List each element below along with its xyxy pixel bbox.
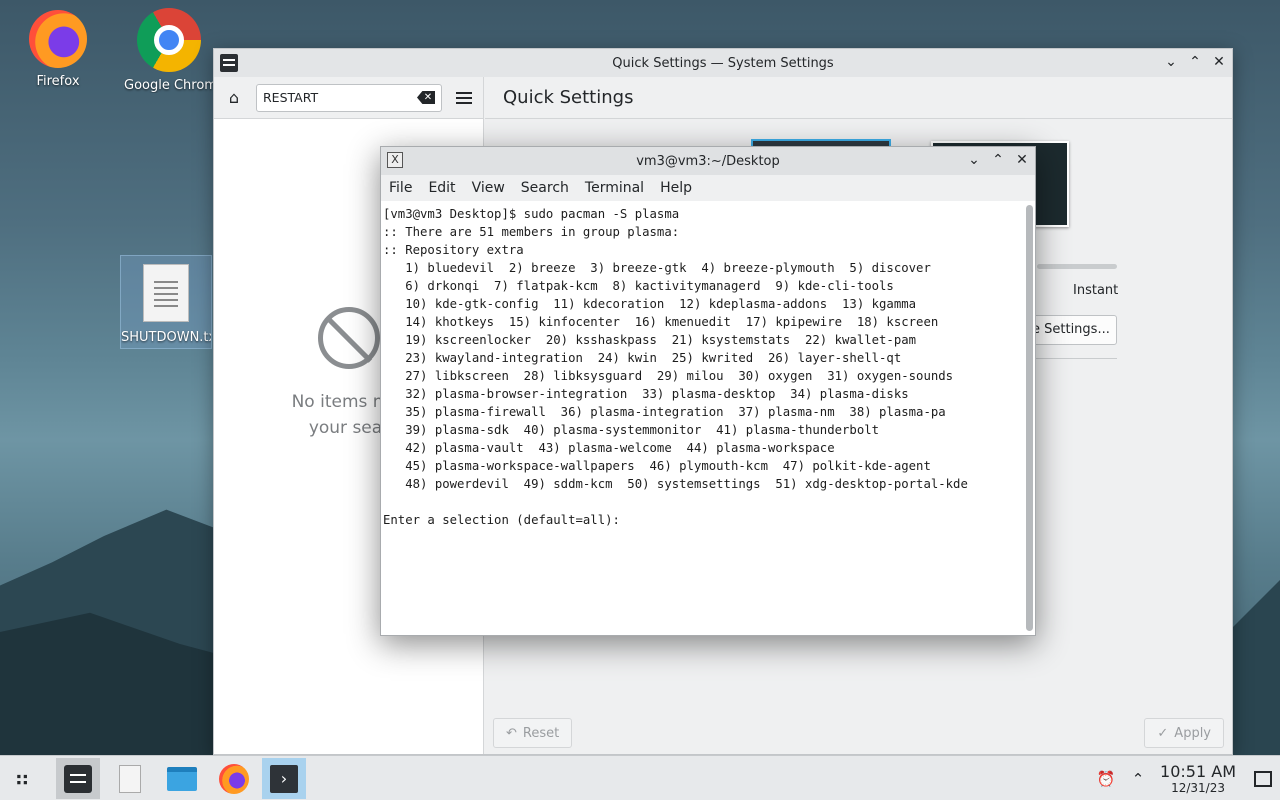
terminal-line: 6) drkonqi 7) flatpak-kcm 8) kactivityma…	[383, 279, 894, 293]
window-title: Quick Settings — System Settings	[612, 55, 834, 71]
chrome-icon	[137, 8, 201, 72]
desktop-icon-firefox[interactable]: Firefox	[8, 10, 108, 89]
instant-label: Instant	[1073, 283, 1119, 298]
maximize-button[interactable]: ⌃	[991, 151, 1005, 169]
system-tray: ⏰ ⌃ 10:51 AM 12/31/23	[1096, 756, 1280, 800]
animation-speed-slider[interactable]	[1037, 264, 1117, 269]
terminal-menubar: File Edit View Search Terminal Help	[381, 175, 1035, 201]
home-icon[interactable]: ⌂	[222, 86, 246, 110]
settings-titlebar[interactable]: Quick Settings — System Settings ⌄ ⌃ ✕	[214, 49, 1232, 77]
menu-view[interactable]: View	[472, 180, 505, 196]
hamburger-menu-icon[interactable]	[456, 91, 472, 104]
menu-search[interactable]: Search	[521, 180, 569, 196]
system-settings-icon	[64, 764, 92, 793]
maximize-button[interactable]: ⌃	[1188, 53, 1202, 71]
taskbar-text-editor[interactable]	[108, 758, 152, 799]
terminal-line: 27) libkscreen 28) libksysguard 29) milo…	[383, 369, 954, 383]
clear-search-icon[interactable]: ✕	[417, 91, 435, 104]
desktop-icon-shutdown-file[interactable]: SHUTDOWN.tx	[120, 255, 212, 349]
terminal-line: 48) powerdevil 49) sddm-kcm 50) systemse…	[383, 477, 968, 491]
terminal-line: 32) plasma-browser-integration 33) plasm…	[383, 387, 909, 401]
taskbar-firefox[interactable]	[212, 758, 256, 799]
terminal-line: 14) khotkeys 15) kinfocenter 16) kmenued…	[383, 315, 939, 329]
terminal-line: :: There are 51 members in group plasma:	[383, 225, 680, 239]
folder-icon	[167, 766, 197, 791]
reset-label: Reset	[522, 725, 560, 741]
more-settings-button[interactable]: e Settings...	[1025, 315, 1117, 345]
reset-icon: ↶	[506, 725, 517, 741]
application-launcher[interactable]	[4, 758, 48, 799]
clock-time: 10:51 AM	[1160, 761, 1236, 781]
tray-expand-icon[interactable]: ⌃	[1128, 769, 1148, 789]
file-icon	[119, 764, 141, 793]
terminal-line: 1) bluedevil 2) breeze 3) breeze-gtk 4) …	[383, 261, 931, 275]
desktop-icon-chrome[interactable]: Google Chrom	[124, 8, 214, 93]
terminal-titlebar[interactable]: X vm3@vm3:~/Desktop ⌄ ⌃ ✕	[381, 147, 1035, 175]
terminal-line: 19) kscreenlocker 20) ksshaskpass 21) ks…	[383, 333, 917, 347]
search-value: RESTART	[263, 90, 319, 105]
clock[interactable]: 10:51 AM 12/31/23	[1160, 761, 1236, 795]
terminal-line: Enter a selection (default=all):	[383, 513, 620, 527]
menu-terminal[interactable]: Terminal	[585, 180, 644, 196]
apply-label: Apply	[1174, 725, 1211, 741]
terminal-line: 45) plasma-workspace-wallpapers 46) plym…	[383, 459, 931, 473]
terminal-app-icon: X	[387, 152, 403, 168]
menu-edit[interactable]: Edit	[428, 180, 455, 196]
terminal-line: 23) kwayland-integration 24) kwin 25) kw…	[383, 351, 902, 365]
no-entry-icon	[318, 307, 380, 369]
terminal-line: 35) plasma-firewall 36) plasma-integrati…	[383, 405, 946, 419]
minimize-button[interactable]: ⌄	[1164, 53, 1178, 71]
firefox-icon	[219, 763, 249, 794]
close-button[interactable]: ✕	[1015, 151, 1029, 169]
search-input[interactable]: RESTART ✕	[256, 83, 442, 112]
firefox-icon	[29, 10, 87, 68]
terminal-icon: ›	[270, 764, 298, 793]
notifications-icon[interactable]: ⏰	[1096, 769, 1116, 789]
taskbar-terminal[interactable]: ›	[262, 758, 306, 799]
terminal-scrollbar[interactable]	[1026, 205, 1033, 631]
checkmark-icon: ✓	[1157, 725, 1169, 741]
close-button[interactable]: ✕	[1212, 53, 1226, 71]
terminal-line: 39) plasma-sdk 40) plasma-systemmonitor …	[383, 423, 880, 437]
clock-date: 12/31/23	[1171, 780, 1225, 795]
menu-file[interactable]: File	[389, 180, 412, 196]
menu-help[interactable]: Help	[660, 180, 692, 196]
page-title: Quick Settings	[485, 77, 1232, 119]
show-desktop-icon[interactable]	[1254, 770, 1272, 787]
minimize-button[interactable]: ⌄	[967, 151, 981, 169]
taskbar-file-manager[interactable]	[160, 758, 204, 799]
separator	[1025, 358, 1117, 359]
system-settings-app-icon	[220, 54, 238, 72]
terminal-line: [vm3@vm3 Desktop]$ sudo pacman -S plasma	[383, 207, 680, 221]
desktop-icon-label: Google Chrom	[124, 78, 214, 93]
launcher-icon	[14, 767, 38, 791]
desktop-icon-label: Firefox	[36, 74, 80, 89]
text-file-icon	[143, 264, 189, 322]
terminal-output[interactable]: [vm3@vm3 Desktop]$ sudo pacman -S plasma…	[381, 201, 1023, 635]
terminal-line: 10) kde-gtk-config 11) kdecoration 12) k…	[383, 297, 917, 311]
reset-button[interactable]: ↶ Reset	[493, 718, 573, 748]
taskbar: › ⏰ ⌃ 10:51 AM 12/31/23	[0, 755, 1280, 800]
apply-button[interactable]: ✓ Apply	[1144, 718, 1224, 748]
terminal-line: :: Repository extra	[383, 243, 524, 257]
taskbar-system-settings[interactable]	[56, 758, 100, 799]
terminal-window: X vm3@vm3:~/Desktop ⌄ ⌃ ✕ File Edit View…	[380, 146, 1036, 636]
terminal-line: 42) plasma-vault 43) plasma-welcome 44) …	[383, 441, 835, 455]
desktop-icon-label: SHUTDOWN.tx	[121, 330, 211, 345]
terminal-title: vm3@vm3:~/Desktop	[636, 153, 780, 169]
